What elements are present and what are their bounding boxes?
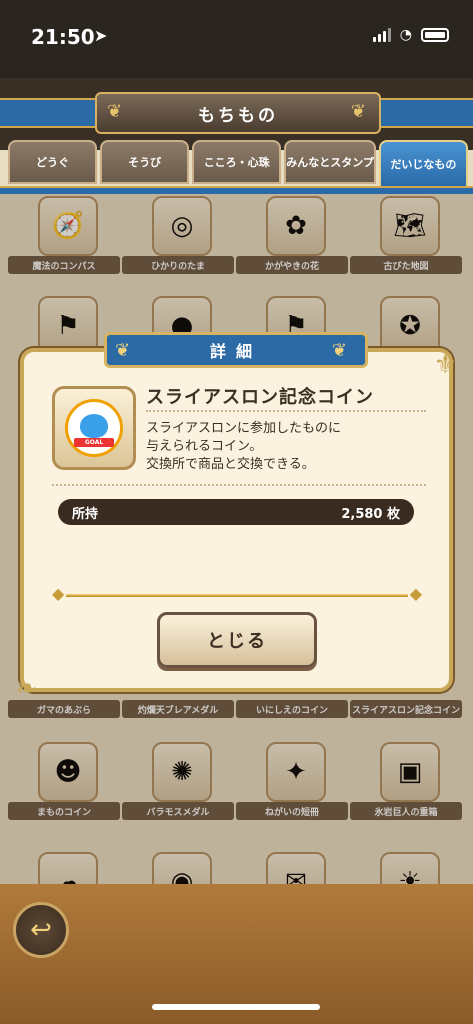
page-title: ❦ もちもの ❦ — [95, 92, 381, 134]
coin-ribbon-text: GOAL — [74, 438, 114, 447]
description-line: スライアスロンに参加したものに — [146, 421, 342, 436]
ornament-icon: ⚜ — [433, 350, 457, 380]
owned-value: 2,580 枚 — [341, 506, 400, 522]
owned-count-bar: 所持 2,580 枚 — [58, 499, 414, 525]
ornament-icon: ◆ — [52, 584, 65, 603]
tab-stamps[interactable]: みんなとスタンプ — [284, 140, 376, 184]
ornament-icon: ❧ — [16, 674, 38, 704]
bottom-bar — [0, 884, 473, 1024]
status-time: 21:50 — [31, 25, 95, 49]
dialog-title: ❦ 詳細 ❦ — [104, 332, 368, 368]
signal-icon — [372, 28, 391, 42]
status-bar: 21:50 ➤ ◔ — [0, 0, 473, 78]
description-line: 与えられるコイン。 — [146, 439, 263, 454]
ornament-icon: ◆ — [409, 584, 422, 603]
back-button[interactable]: ↩ — [13, 902, 69, 958]
tab-bar: どうぐ そうび こころ・心珠 みんなとスタンプ だいじなもの — [8, 140, 468, 188]
ornament-icon: ❦ — [115, 340, 141, 361]
dialog-title-text: 詳細 — [209, 342, 262, 361]
tab-important-items[interactable]: だいじなもの — [378, 140, 468, 188]
ornament-icon: ❦ — [107, 101, 126, 122]
page-title-text: もちもの — [198, 105, 278, 126]
ornament-icon: ❦ — [350, 101, 369, 122]
wifi-icon: ◔ — [399, 27, 412, 43]
description-line: 交換所で商品と交換できる。 — [146, 457, 315, 472]
battery-icon — [421, 28, 449, 42]
item-name: スライアスロン記念コイン — [146, 387, 374, 408]
tab-equipment[interactable]: そうび — [100, 140, 190, 184]
item-image: GOAL — [52, 386, 136, 470]
divider: ◆ ◆ — [52, 584, 422, 603]
close-button[interactable]: とじる — [157, 612, 317, 668]
ornament-icon: ❦ — [331, 340, 357, 361]
home-indicator[interactable] — [152, 1004, 320, 1010]
coin-icon: GOAL — [65, 399, 123, 457]
owned-label: 所持 — [72, 506, 99, 522]
tab-tools[interactable]: どうぐ — [8, 140, 98, 184]
back-arrow-icon: ↩ — [30, 915, 52, 945]
tab-kokoro[interactable]: こころ・心珠 — [192, 140, 282, 184]
location-arrow-icon: ➤ — [94, 26, 108, 45]
slime-icon — [80, 414, 108, 438]
item-description: スライアスロンに参加したものに 与えられるコイン。 交換所で商品と交換できる。 — [146, 420, 426, 474]
